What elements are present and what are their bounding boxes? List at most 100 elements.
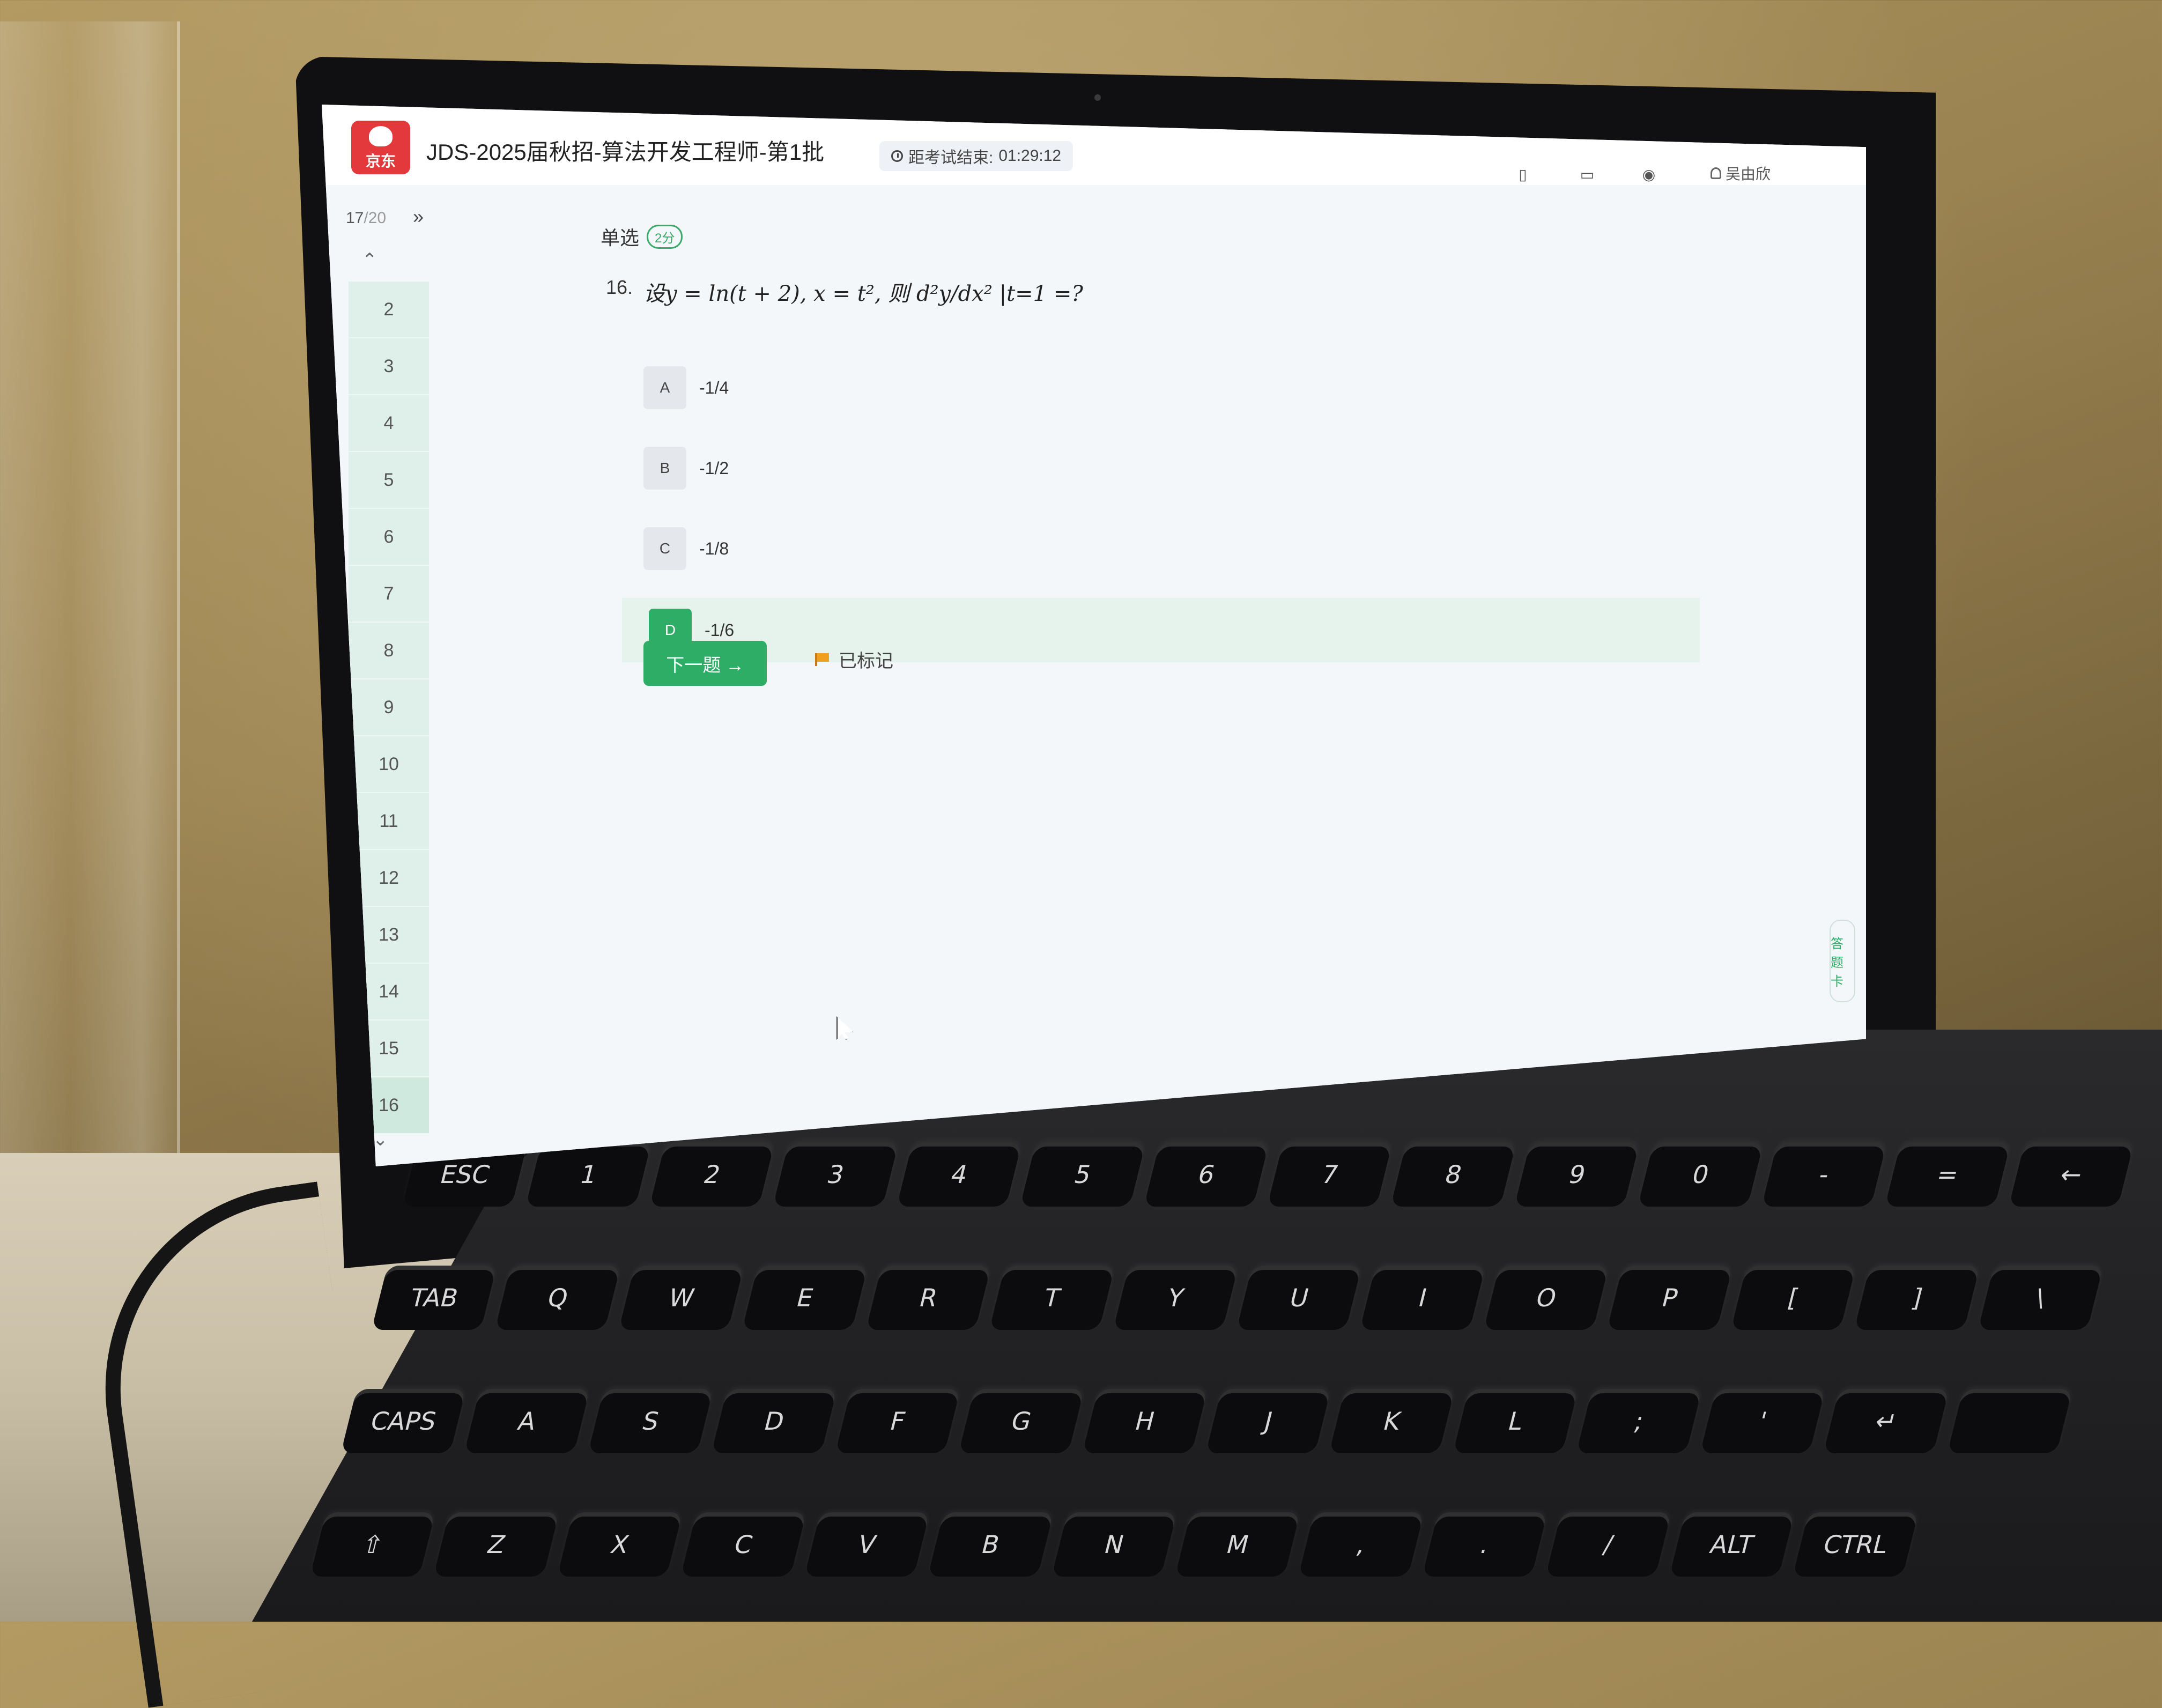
key-i[interactable]: I xyxy=(1360,1266,1486,1330)
camera-icon[interactable]: ◉ xyxy=(1638,164,1660,185)
progress-total: /20 xyxy=(364,209,387,227)
key-minus[interactable]: - xyxy=(1761,1142,1887,1207)
jd-dog-icon xyxy=(369,126,393,146)
key-m[interactable]: M xyxy=(1175,1512,1301,1577)
key-a[interactable]: A xyxy=(464,1389,590,1453)
clock-icon xyxy=(891,150,903,162)
key-quote[interactable]: ' xyxy=(1700,1389,1826,1453)
key-comma[interactable]: , xyxy=(1298,1512,1424,1577)
next-question-button[interactable]: 下一题 → xyxy=(643,641,767,686)
key-semicolon[interactable]: ; xyxy=(1576,1389,1702,1453)
key-r[interactable]: R xyxy=(865,1266,991,1330)
question-nav-item[interactable]: 8 xyxy=(349,623,429,679)
key-s[interactable]: S xyxy=(588,1389,714,1453)
question-number: 16. xyxy=(606,276,633,298)
key-q[interactable]: Q xyxy=(495,1266,621,1330)
key-t[interactable]: T xyxy=(989,1266,1115,1330)
mark-toggle[interactable]: 已标记 xyxy=(815,646,893,672)
key-lbracket[interactable]: [ xyxy=(1730,1266,1856,1330)
key-equal[interactable]: = xyxy=(1885,1142,2011,1207)
question-nav-item[interactable]: 5 xyxy=(349,452,429,509)
key-o[interactable]: O xyxy=(1483,1266,1609,1330)
key-ctrl[interactable]: CTRL xyxy=(1793,1512,1919,1577)
key-alt[interactable]: ALT xyxy=(1669,1512,1795,1577)
question-nav-item[interactable]: 3 xyxy=(349,338,429,395)
key-4[interactable]: 4 xyxy=(896,1142,1023,1207)
key-f[interactable]: F xyxy=(835,1389,961,1453)
progress-current: 17 xyxy=(346,209,364,227)
key-g[interactable]: G xyxy=(958,1389,1084,1453)
key-slash[interactable]: / xyxy=(1545,1512,1671,1577)
key-5[interactable]: 5 xyxy=(1020,1142,1146,1207)
key-k[interactable]: K xyxy=(1329,1389,1455,1453)
option-b[interactable]: B -1/2 xyxy=(643,442,729,494)
timer-value: 01:29:12 xyxy=(998,147,1062,165)
key-shift[interactable]: ⇧ xyxy=(310,1512,436,1577)
key-9[interactable]: 9 xyxy=(1514,1142,1640,1207)
key-c[interactable]: C xyxy=(680,1512,806,1577)
key-caps[interactable]: CAPS xyxy=(340,1389,467,1453)
countdown-timer: 距考试结束: 01:29:12 xyxy=(879,141,1073,171)
key-blank[interactable] xyxy=(1946,1389,2073,1453)
key-z[interactable]: Z xyxy=(433,1512,559,1577)
question-nav-item[interactable]: 2 xyxy=(349,282,429,338)
key-7[interactable]: 7 xyxy=(1267,1142,1393,1207)
question-nav-item[interactable]: 11 xyxy=(349,793,429,850)
user-info[interactable]: 吴由欣 xyxy=(1711,162,1771,184)
key-2[interactable]: 2 xyxy=(649,1142,775,1207)
option-a[interactable]: A -1/4 xyxy=(643,362,729,413)
key-b[interactable]: B xyxy=(928,1512,1054,1577)
jd-logo: 京东 xyxy=(351,121,410,174)
question-nav-number: 11 xyxy=(379,810,398,831)
key-8[interactable]: 8 xyxy=(1390,1142,1516,1207)
question-nav-number: 6 xyxy=(383,526,394,547)
webcam xyxy=(1094,94,1101,101)
key-u[interactable]: U xyxy=(1236,1266,1363,1330)
user-icon xyxy=(1711,167,1721,179)
option-c[interactable]: C -1/8 xyxy=(643,523,729,574)
key-l[interactable]: L xyxy=(1453,1389,1579,1453)
phone-icon[interactable]: ▯ xyxy=(1512,164,1534,185)
answer-card-tab[interactable]: 答题卡 xyxy=(1830,920,1855,1002)
key-v[interactable]: V xyxy=(804,1512,930,1577)
key-enter[interactable]: ↵ xyxy=(1823,1389,1949,1453)
monitor-icon[interactable]: ▭ xyxy=(1576,164,1598,185)
question-nav-number: 7 xyxy=(383,583,394,604)
key-n[interactable]: N xyxy=(1051,1512,1177,1577)
question-nav-item[interactable]: 10 xyxy=(349,736,429,793)
key-y[interactable]: Y xyxy=(1113,1266,1239,1330)
question-nav-item[interactable]: 4 xyxy=(349,395,429,452)
key-d[interactable]: D xyxy=(711,1389,838,1453)
key-rbracket[interactable]: ] xyxy=(1854,1266,1980,1330)
question-nav-item[interactable]: 6 xyxy=(349,509,429,566)
key-x[interactable]: X xyxy=(557,1512,683,1577)
key-backspace[interactable]: ← xyxy=(2008,1142,2134,1207)
key-h[interactable]: H xyxy=(1082,1389,1208,1453)
key-tab[interactable]: TAB xyxy=(371,1266,498,1330)
key-j[interactable]: J xyxy=(1205,1389,1331,1453)
progress-counter: 17/20 xyxy=(346,209,386,227)
laptop-screen: 京东 JDS-2025届秋招-算法开发工程师-第1批 距考试结束: 01:29:… xyxy=(322,105,1866,1166)
question-nav-item[interactable]: 7 xyxy=(349,566,429,623)
question-nav-item[interactable]: 9 xyxy=(349,679,429,736)
option-text: -1/8 xyxy=(699,538,729,558)
key-backslash[interactable]: \ xyxy=(1978,1266,2104,1330)
key-6[interactable]: 6 xyxy=(1143,1142,1269,1207)
key-period[interactable]: . xyxy=(1421,1512,1548,1577)
key-e[interactable]: E xyxy=(742,1266,868,1330)
option-d-selected[interactable]: D -1/6 xyxy=(622,598,1700,662)
key-3[interactable]: 3 xyxy=(773,1142,899,1207)
question-nav-number: 12 xyxy=(379,867,399,888)
question-nav-number: 10 xyxy=(379,753,399,774)
question-nav-number: 3 xyxy=(383,356,394,376)
option-text: -1/4 xyxy=(699,378,729,397)
key-w[interactable]: W xyxy=(618,1266,744,1330)
timer-label: 距考试结束: xyxy=(908,149,994,167)
key-0[interactable]: 0 xyxy=(1638,1142,1764,1207)
scroll-up-icon[interactable]: ⌃ xyxy=(362,249,377,271)
scroll-down-icon[interactable]: ⌄ xyxy=(373,1129,388,1150)
expand-sidebar-icon[interactable]: » xyxy=(413,205,424,228)
score-badge: 2分 xyxy=(647,224,683,249)
key-p[interactable]: P xyxy=(1607,1266,1733,1330)
question-text: 设y = ln(t + 2), x = t², 则 d²y/dx² |t=1 =… xyxy=(643,282,1083,306)
